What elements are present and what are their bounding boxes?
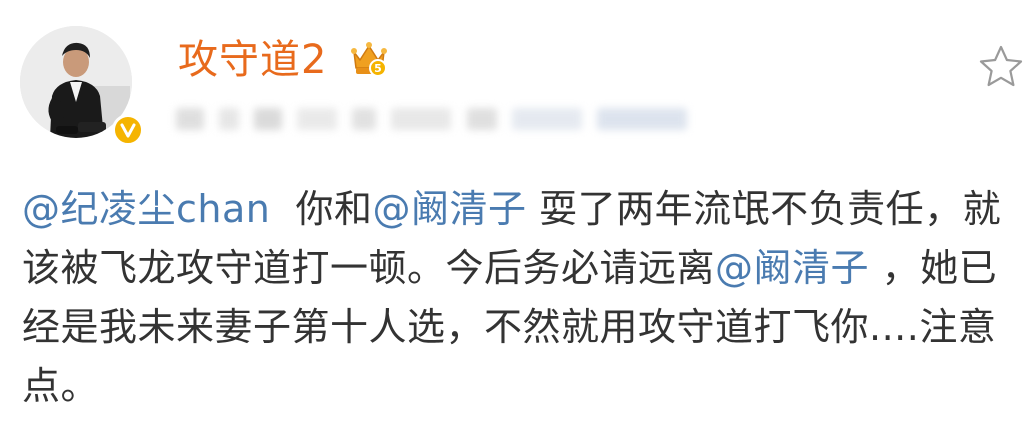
favorite-star-button[interactable] — [976, 42, 1026, 92]
star-outline-icon — [979, 45, 1023, 87]
verified-icon — [112, 114, 144, 146]
weibo-post: 攻守道2 5 @纪凌尘chan 你和@阚清子 耍了两年流氓不负责任，就该被飞龙攻… — [0, 0, 1033, 429]
post-meta-blurred — [176, 104, 756, 134]
mention-link[interactable]: @纪凌尘chan — [22, 187, 270, 231]
mention-link[interactable]: @阚清子 — [715, 246, 869, 290]
crown-badge-icon[interactable]: 5 — [348, 38, 390, 80]
avatar-container[interactable] — [20, 26, 144, 146]
mention-link[interactable]: @阚清子 — [373, 187, 527, 231]
username[interactable]: 攻守道2 — [178, 36, 327, 84]
member-level: 5 — [374, 62, 382, 75]
content-text: 你和 — [270, 187, 373, 231]
post-content: @纪凌尘chan 你和@阚清子 耍了两年流氓不负责任，就该被飞龙攻守道打一顿。今… — [22, 180, 1022, 416]
